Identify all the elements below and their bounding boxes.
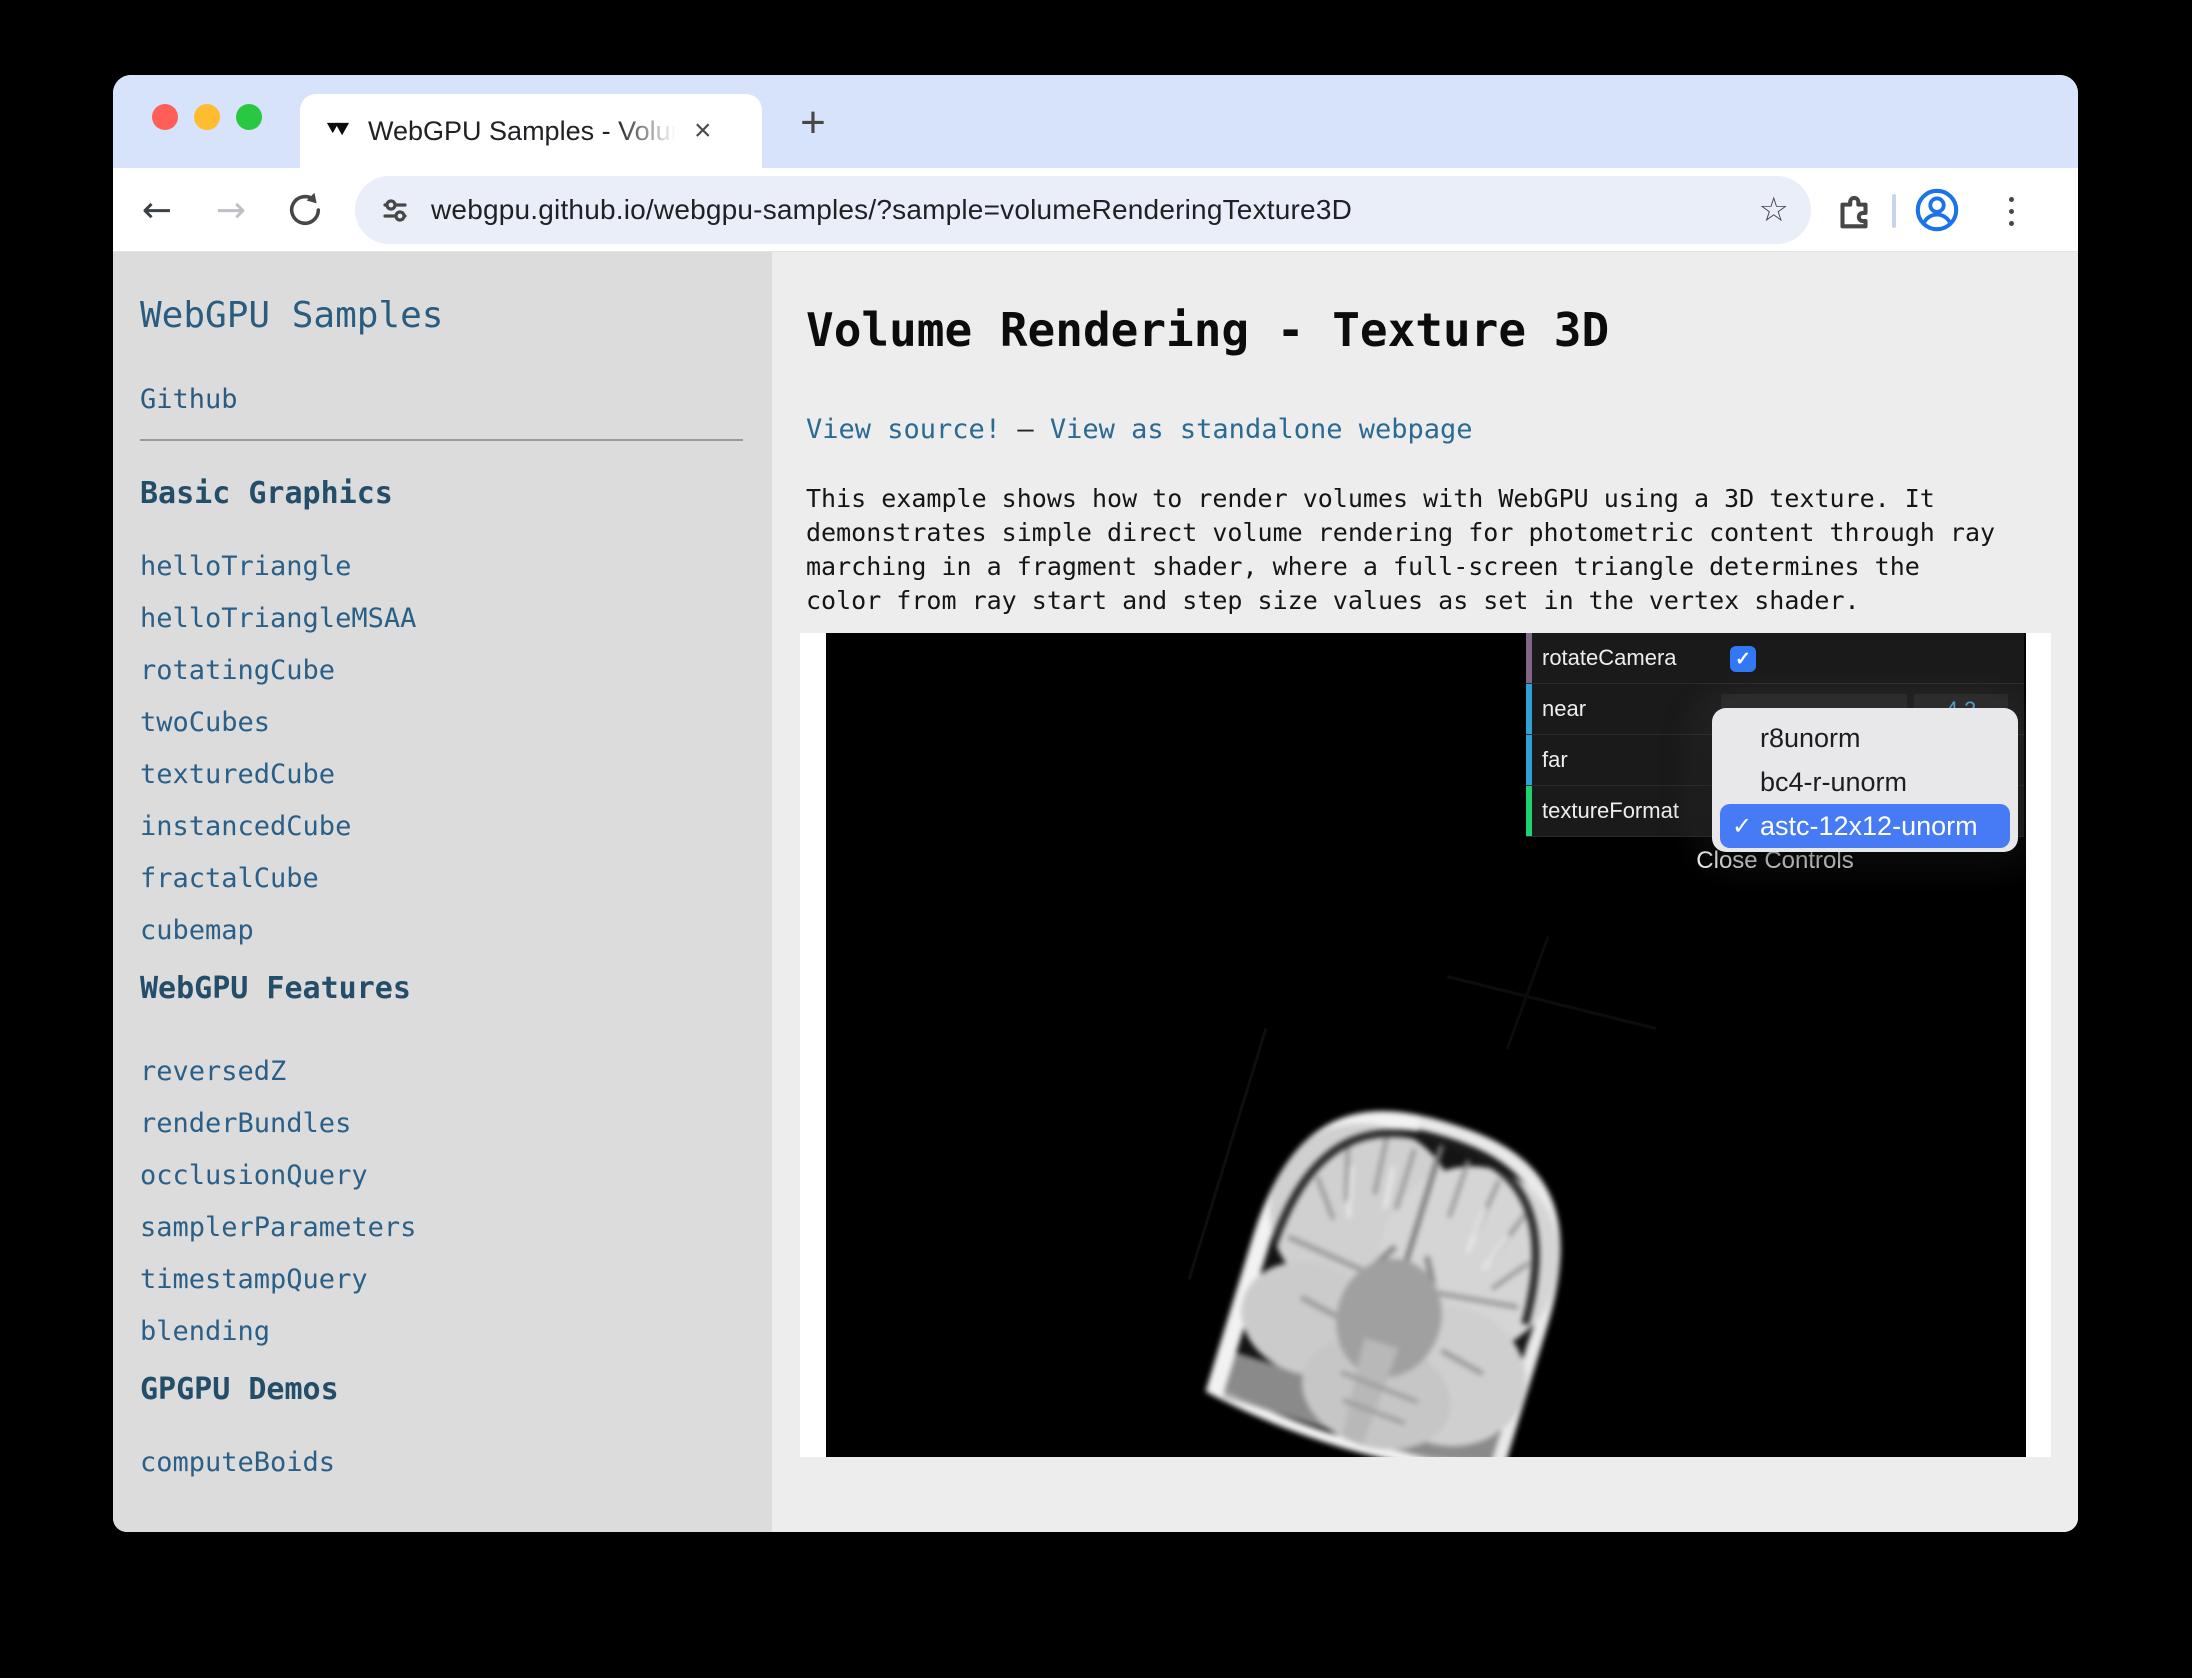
browser-menu-icon[interactable] bbox=[1989, 188, 2033, 234]
number-row-marker bbox=[1526, 684, 1532, 734]
section-heading-webgpu-features: WebGPU Features bbox=[140, 970, 772, 1008]
github-link[interactable]: Github bbox=[140, 386, 772, 413]
gui-row-rotateCamera: rotateCamera ✓ bbox=[1526, 633, 2024, 684]
browser-window: WebGPU Samples - Volume R × + ← → bbox=[113, 75, 2078, 1532]
mri-brain-rendering bbox=[1156, 1045, 1636, 1457]
sidebar-item-reversedZ[interactable]: reversedZ bbox=[140, 1058, 772, 1085]
reload-icon[interactable] bbox=[275, 168, 335, 252]
section-heading-gpgpu-demos: GPGPU Demos bbox=[140, 1371, 772, 1409]
dropdown-option-r8unorm[interactable]: r8unorm bbox=[1712, 716, 2018, 760]
sidebar-item-occlusionQuery[interactable]: occlusionQuery bbox=[140, 1162, 772, 1189]
address-bar[interactable]: webgpu.github.io/webgpu-samples/?sample=… bbox=[355, 176, 1811, 244]
webgpu-canvas: rotateCamera ✓ near 4.2 f bbox=[826, 633, 2026, 1457]
browser-toolbar: ← → webgpu.github.io/webgpu-samples/?sam… bbox=[113, 168, 2078, 252]
traffic-lights bbox=[152, 104, 262, 130]
selected-check-icon: ✓ bbox=[1732, 812, 1760, 841]
sidebar-item-fractalCube[interactable]: fractalCube bbox=[140, 865, 772, 892]
samples-sidebar: WebGPU Samples Github Basic Graphics hel… bbox=[113, 252, 772, 1532]
gui-label-near: near bbox=[1542, 696, 1586, 722]
number-row-marker bbox=[1526, 735, 1532, 785]
sidebar-item-rotatingCube[interactable]: rotatingCube bbox=[140, 657, 772, 684]
volume-box-edge bbox=[1447, 975, 1656, 1030]
dropdown-option-astc-12x12-unorm[interactable]: ✓ astc-12x12-unorm bbox=[1720, 804, 2010, 848]
close-tab-icon[interactable]: × bbox=[694, 116, 712, 146]
extensions-icon[interactable] bbox=[1831, 188, 1877, 239]
new-tab-button[interactable]: + bbox=[781, 95, 845, 151]
back-icon[interactable]: ← bbox=[127, 168, 187, 252]
webgpu-favicon-icon bbox=[324, 117, 352, 145]
bookmark-star-icon[interactable]: ☆ bbox=[1759, 190, 1789, 230]
page-content: WebGPU Samples Github Basic Graphics hel… bbox=[113, 252, 2078, 1532]
standalone-link[interactable]: View as standalone webpage bbox=[1050, 414, 1473, 445]
sidebar-item-blending[interactable]: blending bbox=[140, 1318, 772, 1345]
dropdown-selected-label: astc-12x12-unorm bbox=[1760, 811, 1978, 842]
sidebar-item-twoCubes[interactable]: twoCubes bbox=[140, 709, 772, 736]
sidebar-item-cubemap[interactable]: cubemap bbox=[140, 917, 772, 944]
screenshot-stage: WebGPU Samples - Volume R × + ← → bbox=[0, 0, 2192, 1678]
sidebar-item-renderBundles[interactable]: renderBundles bbox=[140, 1110, 772, 1137]
texture-format-dropdown: r8unorm bc4-r-unorm ✓ astc-12x12-unorm bbox=[1712, 708, 2018, 852]
sidebar-item-helloTriangle[interactable]: helloTriangle bbox=[140, 553, 772, 580]
sample-main: Volume Rendering - Texture 3D View sourc… bbox=[772, 252, 2078, 1532]
sidebar-divider bbox=[140, 439, 743, 441]
zoom-window-button[interactable] bbox=[236, 104, 262, 130]
sample-links: View source! – View as standalone webpag… bbox=[806, 415, 2078, 445]
gui-label-textureFormat: textureFormat bbox=[1542, 798, 1679, 824]
forward-icon: → bbox=[201, 168, 261, 252]
boolean-row-marker bbox=[1526, 633, 1532, 683]
sidebar-item-instancedCube[interactable]: instancedCube bbox=[140, 813, 772, 840]
links-dash: – bbox=[1017, 414, 1033, 445]
url-text[interactable]: webgpu.github.io/webgpu-samples/?sample=… bbox=[431, 194, 1352, 226]
sidebar-item-timestampQuery[interactable]: timestampQuery bbox=[140, 1266, 772, 1293]
gui-label-far: far bbox=[1542, 747, 1568, 773]
toolbar-divider bbox=[1892, 194, 1896, 228]
browser-tab[interactable]: WebGPU Samples - Volume R × bbox=[300, 94, 762, 168]
tab-strip: WebGPU Samples - Volume R × + bbox=[113, 75, 2078, 168]
sample-description: This example shows how to render volumes… bbox=[806, 482, 1996, 618]
select-row-marker bbox=[1526, 786, 1532, 836]
page-title: Volume Rendering - Texture 3D bbox=[806, 302, 2078, 358]
view-source-link[interactable]: View source! bbox=[806, 414, 1001, 445]
section-heading-basic-graphics: Basic Graphics bbox=[140, 475, 772, 513]
site-settings-icon[interactable] bbox=[377, 192, 413, 228]
close-window-button[interactable] bbox=[152, 104, 178, 130]
sidebar-title: WebGPU Samples bbox=[140, 294, 772, 338]
canvas-container: rotateCamera ✓ near 4.2 f bbox=[800, 633, 2051, 1457]
sidebar-item-samplerParameters[interactable]: samplerParameters bbox=[140, 1214, 772, 1241]
gui-label-rotateCamera: rotateCamera bbox=[1542, 645, 1677, 671]
sidebar-item-helloTriangleMSAA[interactable]: helloTriangleMSAA bbox=[140, 605, 772, 632]
sidebar-item-computeBoids[interactable]: computeBoids bbox=[140, 1449, 772, 1476]
minimize-window-button[interactable] bbox=[194, 104, 220, 130]
dropdown-option-bc4-r-unorm[interactable]: bc4-r-unorm bbox=[1712, 760, 2018, 804]
rotateCamera-checkbox[interactable]: ✓ bbox=[1730, 646, 1756, 672]
tab-title: WebGPU Samples - Volume R bbox=[368, 116, 686, 147]
profile-avatar-icon[interactable] bbox=[1913, 186, 1961, 239]
sidebar-item-texturedCube[interactable]: texturedCube bbox=[140, 761, 772, 788]
